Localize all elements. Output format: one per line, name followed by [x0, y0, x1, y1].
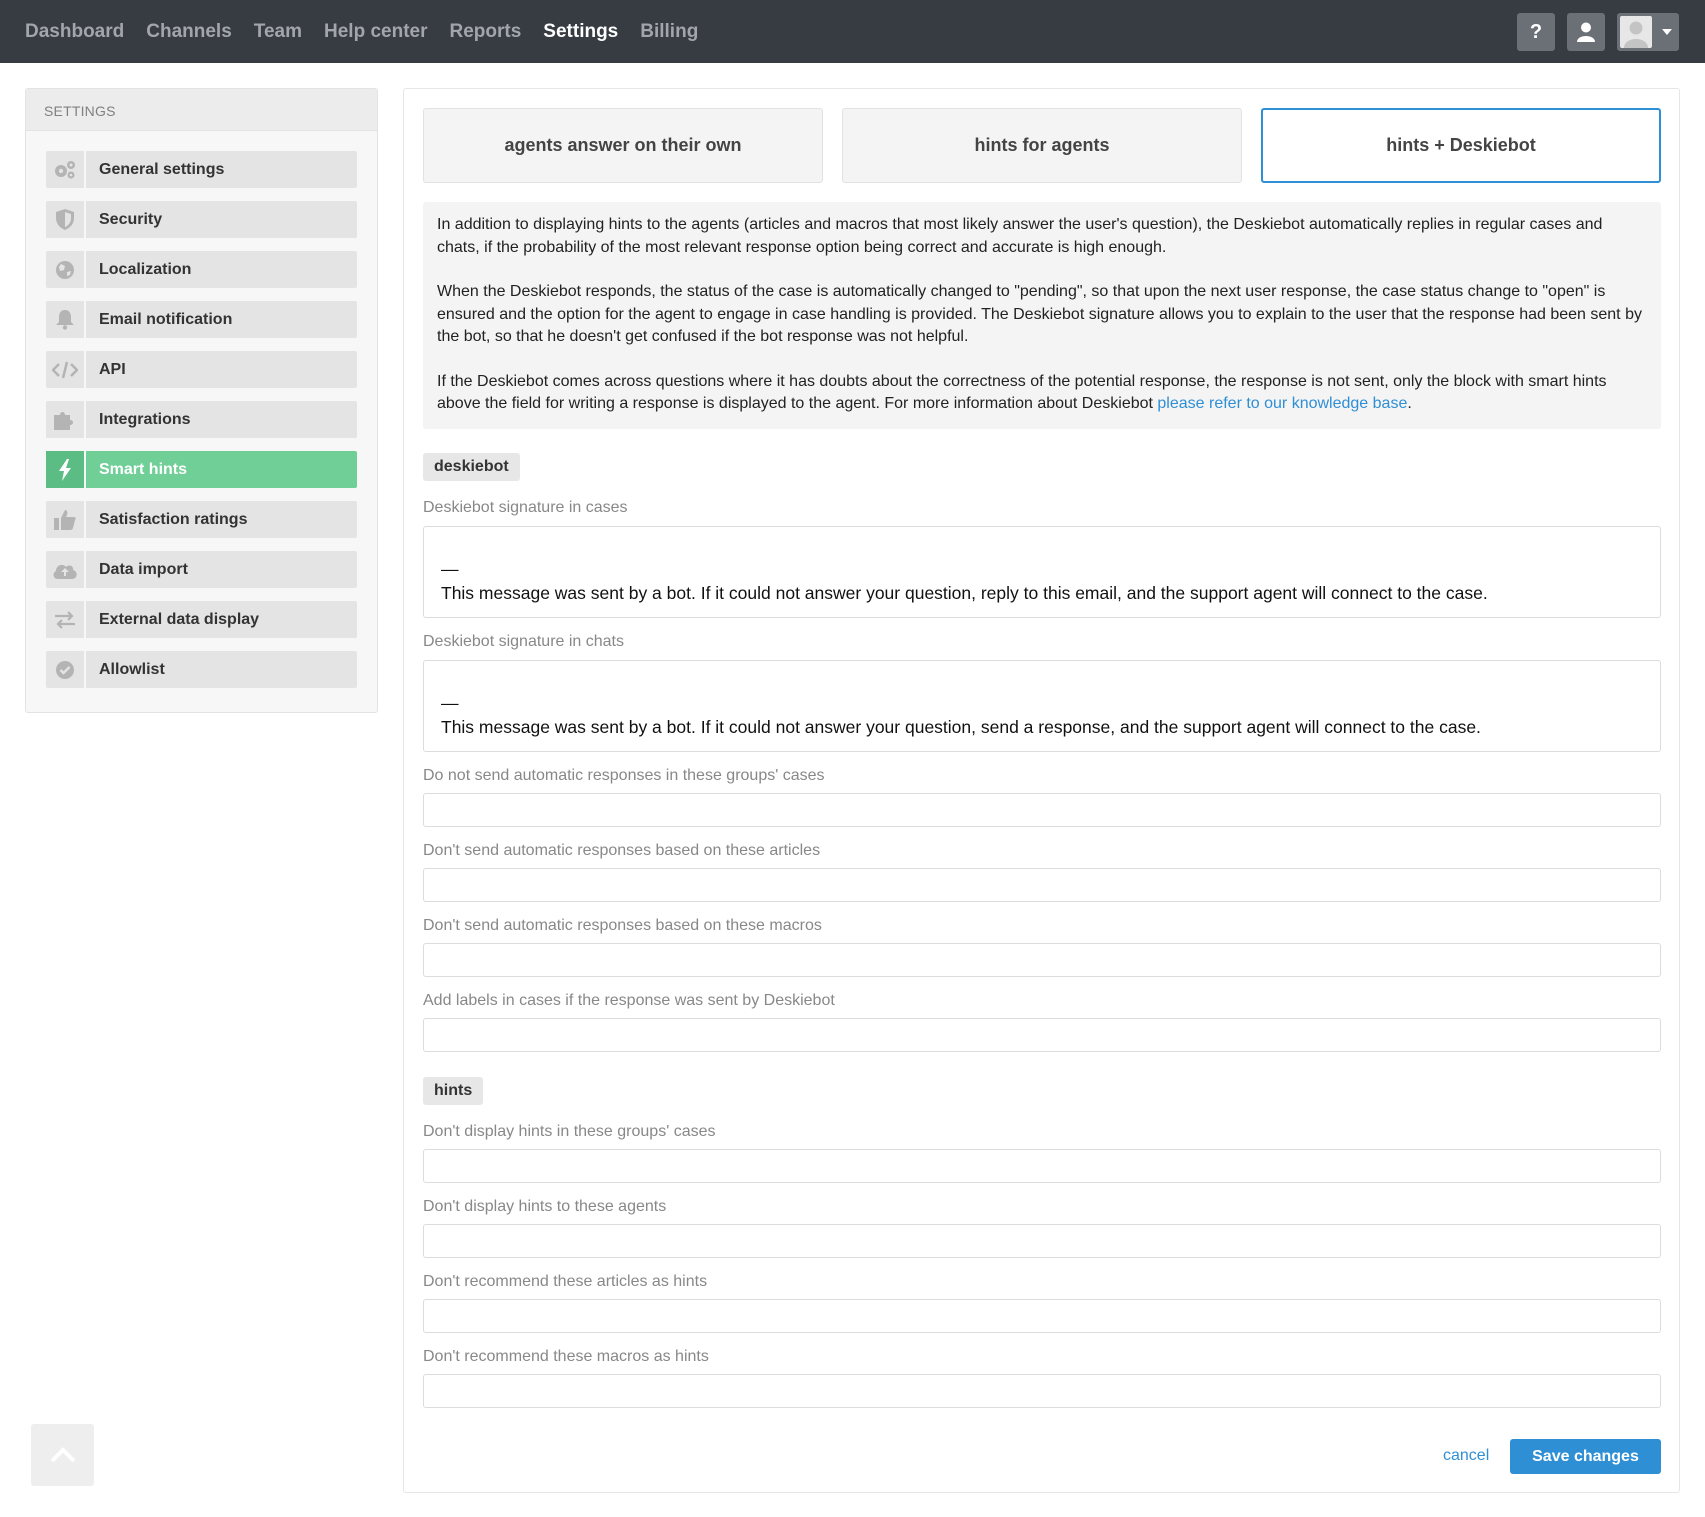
sidebar-item-label: Satisfaction ratings [99, 510, 248, 528]
top-navigation-bar: Dashboard Channels Team Help center Repo… [0, 0, 1705, 63]
mode-hints-for-agents[interactable]: hints for agents [842, 108, 1242, 183]
sidebar-item-security[interactable]: Security [46, 201, 357, 238]
check-badge-icon [46, 651, 86, 688]
nav-team[interactable]: Team [243, 21, 313, 43]
help-button[interactable]: ? [1517, 13, 1555, 51]
sidebar-item-api[interactable]: API [46, 351, 357, 388]
no-auto-articles-label: Don't send automatic responses based on … [423, 842, 821, 859]
sig-cases-textarea[interactable]: — This message was sent by a bot. If it … [423, 526, 1661, 618]
sidebar-item-label: API [99, 360, 126, 378]
user-icon [1577, 22, 1595, 42]
no-hint-articles-input[interactable] [423, 1299, 1661, 1333]
sig-cases-text: This message was sent by a bot. If it co… [441, 583, 1488, 603]
no-auto-macros-label: Don't send automatic responses based on … [423, 917, 822, 934]
no-hints-groups-label: Don't display hints in these groups' cas… [423, 1123, 716, 1140]
sidebar-item-label: External data display [99, 610, 260, 628]
sidebar-item-label: Data import [99, 560, 188, 578]
no-hints-agents-input[interactable] [423, 1224, 1661, 1258]
avatar [1620, 16, 1652, 48]
settings-sidebar: SETTINGS General settings Security Local… [25, 88, 378, 713]
sig-chats-text: This message was sent by a bot. If it co… [441, 717, 1481, 737]
cloud-upload-icon [46, 551, 86, 588]
mode-hints-deskiebot[interactable]: hints + Deskiebot [1261, 108, 1661, 183]
sig-chats-textarea[interactable]: — This message was sent by a bot. If it … [423, 660, 1661, 752]
puzzle-icon [46, 401, 86, 438]
smart-hints-panel: agents answer on their own hints for age… [403, 88, 1680, 1493]
lightning-icon [46, 451, 86, 488]
no-auto-groups-label: Do not send automatic responses in these… [423, 767, 825, 784]
cancel-link[interactable]: cancel [1443, 1447, 1489, 1465]
sidebar-item-integrations[interactable]: Integrations [46, 401, 357, 438]
chevron-up-icon [50, 1447, 75, 1463]
sidebar-menu: General settings Security Localization E… [26, 131, 377, 688]
sidebar-title: SETTINGS [26, 89, 377, 131]
sidebar-item-external-data-display[interactable]: External data display [46, 601, 357, 638]
shield-icon [46, 201, 86, 238]
sidebar-item-label: Email notification [99, 310, 233, 328]
sidebar-item-data-import[interactable]: Data import [46, 551, 357, 588]
sidebar-item-smart-hints[interactable]: Smart hints [46, 451, 357, 488]
question-mark-icon: ? [1529, 20, 1543, 43]
sidebar-item-label: General settings [99, 160, 225, 178]
code-icon [46, 351, 86, 388]
sidebar-item-satisfaction-ratings[interactable]: Satisfaction ratings [46, 501, 357, 538]
nav-channels[interactable]: Channels [135, 21, 243, 43]
no-auto-articles-input[interactable] [423, 868, 1661, 902]
mode-agents-answer-own[interactable]: agents answer on their own [423, 108, 823, 183]
mode-description: In addition to displaying hints to the a… [423, 202, 1661, 429]
nav-dashboard[interactable]: Dashboard [14, 21, 135, 43]
profile-button[interactable] [1567, 13, 1605, 51]
no-auto-groups-input[interactable] [423, 793, 1661, 827]
no-hint-macros-input[interactable] [423, 1374, 1661, 1408]
no-hints-agents-label: Don't display hints to these agents [423, 1198, 667, 1215]
description-paragraph: In addition to displaying hints to the a… [437, 216, 1603, 256]
sidebar-item-localization[interactable]: Localization [46, 251, 357, 288]
no-hint-macros-label: Don't recommend these macros as hints [423, 1348, 709, 1365]
chevron-down-icon [1662, 29, 1672, 35]
scroll-to-top-button[interactable] [31, 1424, 94, 1486]
sidebar-item-label: Security [99, 210, 163, 228]
thumbs-up-icon [46, 501, 86, 538]
sig-cases-dash: — [441, 559, 459, 579]
add-labels-label: Add labels in cases if the response was … [423, 992, 835, 1009]
knowledge-base-link[interactable]: please refer to our knowledge base [1157, 395, 1407, 412]
add-labels-input[interactable] [423, 1018, 1661, 1052]
account-menu-button[interactable] [1617, 13, 1679, 51]
sidebar-item-label: Smart hints [99, 460, 188, 478]
no-hints-groups-input[interactable] [423, 1149, 1661, 1183]
no-hint-articles-label: Don't recommend these articles as hints [423, 1273, 708, 1290]
top-right-controls: ? [1517, 13, 1679, 51]
nav-reports[interactable]: Reports [439, 21, 533, 43]
gears-icon [46, 151, 86, 188]
no-auto-macros-input[interactable] [423, 943, 1661, 977]
hints-section-tag: hints [423, 1077, 484, 1105]
main-nav: Dashboard Channels Team Help center Repo… [14, 0, 709, 63]
sig-chats-label: Deskiebot signature in chats [423, 633, 624, 650]
globe-icon [46, 251, 86, 288]
description-paragraph: If the Deskiebot comes across questions … [437, 372, 1607, 413]
nav-settings[interactable]: Settings [532, 21, 629, 43]
nav-help-center[interactable]: Help center [313, 21, 438, 43]
deskiebot-section-tag: deskiebot [423, 453, 520, 481]
bell-icon [46, 301, 86, 338]
sidebar-item-allowlist[interactable]: Allowlist [46, 651, 357, 688]
save-changes-button[interactable]: Save changes [1510, 1439, 1661, 1474]
sig-cases-label: Deskiebot signature in cases [423, 499, 628, 516]
nav-billing[interactable]: Billing [629, 21, 709, 43]
sidebar-item-label: Integrations [99, 410, 191, 428]
arrows-exchange-icon [46, 601, 86, 638]
sidebar-item-label: Localization [99, 260, 192, 278]
sidebar-item-email-notification[interactable]: Email notification [46, 301, 357, 338]
sidebar-item-general-settings[interactable]: General settings [46, 151, 357, 188]
sidebar-item-label: Allowlist [99, 660, 165, 678]
sig-chats-dash: — [441, 693, 459, 713]
description-paragraph: When the Deskiebot responds, the status … [437, 283, 1642, 345]
